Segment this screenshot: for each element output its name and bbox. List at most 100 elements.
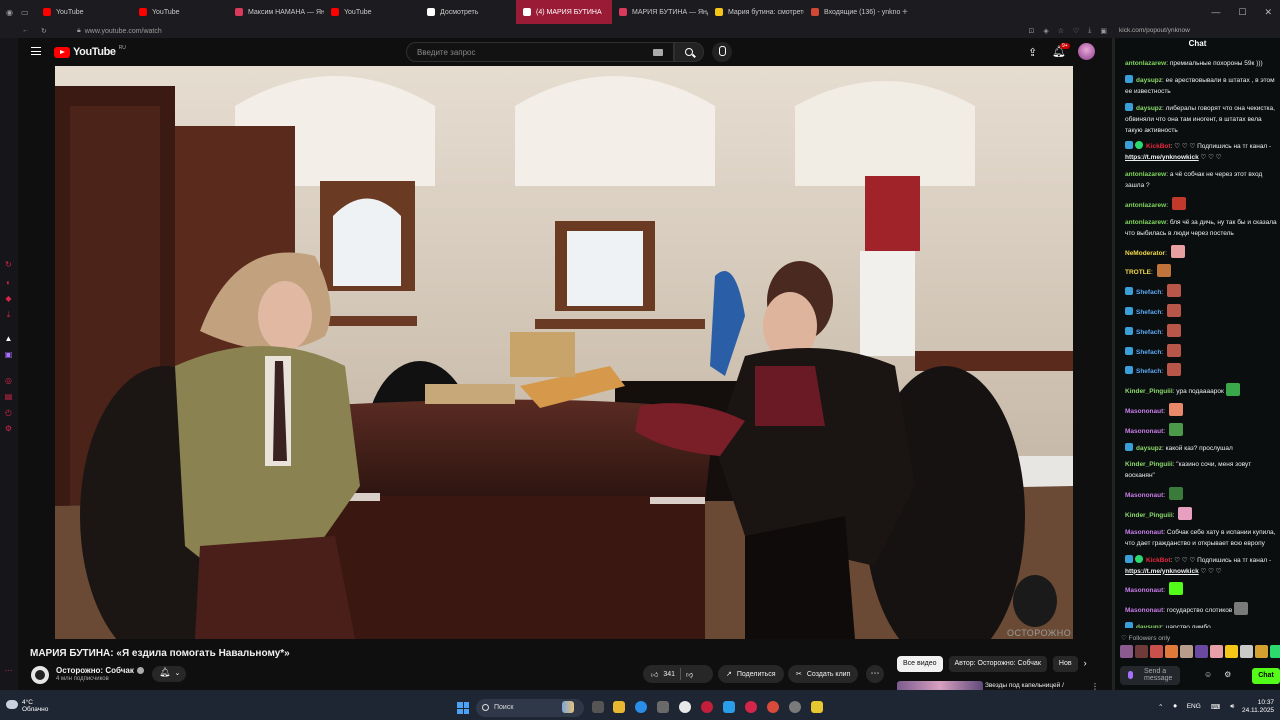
browser-tab[interactable]: Входящие (136) - ynkno: [804, 0, 900, 24]
quick-emote-icon[interactable]: [1225, 645, 1238, 658]
chat-settings-icon[interactable]: ⚙: [1224, 670, 1231, 679]
sidebar-clock-icon[interactable]: ◴: [4, 408, 13, 417]
browser-menu-icon[interactable]: ◉: [6, 8, 13, 17]
sidebar-kick-icon[interactable]: ▲: [4, 334, 13, 343]
sidebar-more-icon[interactable]: ⋯: [4, 666, 13, 675]
keyboard-icon[interactable]: [653, 49, 663, 56]
chat-username[interactable]: Shefach: [1136, 349, 1161, 356]
browser-tab[interactable]: YouTube: [132, 0, 228, 24]
chat-username[interactable]: Masononaut: [1125, 428, 1163, 435]
quick-emote-icon[interactable]: [1240, 645, 1253, 658]
chat-username[interactable]: daysupz: [1136, 445, 1162, 452]
browser-tab[interactable]: (4) МАРИЯ БУТИНА: [516, 0, 612, 24]
chevron-right-icon[interactable]: ›: [1084, 656, 1087, 672]
chat-username[interactable]: antonlazarew: [1125, 171, 1166, 178]
more-actions-icon[interactable]: ⋯: [866, 665, 884, 683]
menu-icon[interactable]: [31, 47, 41, 55]
tray-chevron-icon[interactable]: ⌃: [1158, 703, 1163, 711]
quick-emote-icon[interactable]: [1210, 645, 1223, 658]
bookmark-icon[interactable]: ☆: [1058, 27, 1064, 35]
browser-tab[interactable]: YouTube: [324, 0, 420, 24]
windows-start-icon[interactable]: [457, 702, 469, 714]
share-button[interactable]: ↗ Поделиться: [718, 665, 784, 683]
sidebar-history-icon[interactable]: ↻: [4, 260, 13, 269]
chat-username[interactable]: Shefach: [1136, 289, 1161, 296]
store-icon[interactable]: [657, 701, 669, 713]
chat-username[interactable]: Masononaut: [1125, 607, 1163, 614]
voice-search-button[interactable]: [712, 42, 732, 62]
browser-tab[interactable]: Максим НАМАНА — Янд: [228, 0, 324, 24]
opera-icon[interactable]: [701, 701, 713, 713]
recommended-thumbnail[interactable]: [897, 681, 983, 690]
clip-button[interactable]: ✂ Создать клип: [788, 665, 859, 683]
chat-username[interactable]: daysupz: [1136, 77, 1162, 84]
like-count[interactable]: 341: [663, 671, 675, 678]
quick-emote-icon[interactable]: [1270, 645, 1280, 658]
channel-name[interactable]: Осторожно: Собчак: [56, 666, 144, 675]
chip-author[interactable]: Автор: Осторожно: Собчак: [948, 656, 1047, 672]
chat-username[interactable]: antonlazarew: [1125, 219, 1166, 226]
channel-avatar[interactable]: [31, 666, 49, 684]
close-window-button[interactable]: ✕: [1264, 7, 1272, 18]
task-view-icon[interactable]: [592, 701, 604, 713]
tab-actions-icon[interactable]: ▭: [21, 8, 29, 17]
chat-username[interactable]: daysupz: [1136, 105, 1162, 112]
emote-picker-icon[interactable]: ☺: [1204, 670, 1212, 679]
chat-username[interactable]: antonlazarew: [1125, 60, 1166, 67]
chat-username[interactable]: daysupz: [1136, 624, 1162, 628]
like-icon[interactable]: 👍︎: [651, 670, 658, 679]
chat-username[interactable]: Masononaut: [1125, 587, 1163, 594]
video-player[interactable]: ОСТОРОЖНО: [55, 66, 1073, 639]
chat-username[interactable]: Masononaut: [1125, 408, 1163, 415]
address-url[interactable]: www.youtube.com/watch: [85, 28, 162, 35]
chat-send-button[interactable]: Chat: [1252, 668, 1280, 684]
heart-icon[interactable]: ♡: [1073, 27, 1079, 35]
opera-gx-icon[interactable]: [745, 701, 757, 713]
quick-emote-icon[interactable]: [1165, 645, 1178, 658]
chat-username[interactable]: Kinder_Pinguiii: [1125, 388, 1173, 395]
quick-emote-icon[interactable]: [1195, 645, 1208, 658]
browser-tab[interactable]: Мария бутина: смотрете: [708, 0, 804, 24]
chip-all[interactable]: Все видео: [897, 656, 943, 672]
chat-username[interactable]: NeModerator: [1125, 250, 1165, 257]
taskbar-clock[interactable]: 10:37 24.11.2025: [1242, 699, 1274, 715]
chat-username[interactable]: Shefach: [1136, 309, 1161, 316]
yandex-icon[interactable]: [679, 701, 691, 713]
sidebar-notes-icon[interactable]: ▤: [4, 392, 13, 401]
sidebar-shield-icon[interactable]: ◆: [4, 294, 13, 303]
sidebar-bookmark-icon[interactable]: ◐: [4, 278, 13, 287]
recommended-title[interactable]: Звезды под капельницей /: [985, 682, 1064, 689]
account-avatar[interactable]: [1078, 43, 1095, 60]
chat-username[interactable]: KickBot: [1146, 143, 1171, 150]
chip-new[interactable]: Нов: [1052, 656, 1078, 672]
chat-link[interactable]: https://t.me/ynknowkick: [1125, 154, 1199, 161]
quick-emote-icon[interactable]: [1255, 645, 1268, 658]
download-icon[interactable]: ⤓: [1088, 27, 1091, 35]
volume-icon[interactable]: 🔊︎: [1230, 703, 1234, 711]
extension-icon[interactable]: ◈: [1043, 27, 1048, 35]
keyboard-language[interactable]: ENG: [1187, 703, 1201, 711]
chrome-icon[interactable]: [767, 701, 779, 713]
telegram-icon[interactable]: [723, 701, 735, 713]
youtube-logo[interactable]: YouTube RU: [54, 45, 126, 58]
chat-link[interactable]: https://t.me/ynknowkick: [1125, 568, 1199, 575]
chat-message-list[interactable]: antonlazarew: премиальные похороны 59к )…: [1125, 58, 1277, 628]
new-tab-button[interactable]: +: [902, 7, 918, 18]
quick-emote-icon[interactable]: [1120, 645, 1133, 658]
chat-username[interactable]: TROTLE: [1125, 269, 1151, 276]
upload-icon[interactable]: ⇪: [1028, 46, 1037, 59]
back-icon[interactable]: ←: [22, 27, 29, 35]
chat-username[interactable]: Kinder_Pinguiii: [1125, 461, 1173, 468]
chat-username[interactable]: Masononaut: [1125, 529, 1163, 536]
chat-username[interactable]: Shefach: [1136, 329, 1161, 336]
chat-username[interactable]: Shefach: [1136, 368, 1161, 375]
network-icon[interactable]: ⌨: [1211, 703, 1220, 711]
quick-emote-icon[interactable]: [1150, 645, 1163, 658]
chat-popout-url[interactable]: kick.com/popout/ynknow: [1115, 24, 1280, 38]
file-explorer-icon[interactable]: [613, 701, 625, 713]
sidebar-download-icon[interactable]: ⤓: [4, 310, 13, 319]
app-icon[interactable]: [789, 701, 801, 713]
sidebar-twitch-icon[interactable]: ▣: [4, 350, 13, 359]
chat-username[interactable]: Masononaut: [1125, 492, 1163, 499]
search-button[interactable]: [674, 42, 704, 62]
